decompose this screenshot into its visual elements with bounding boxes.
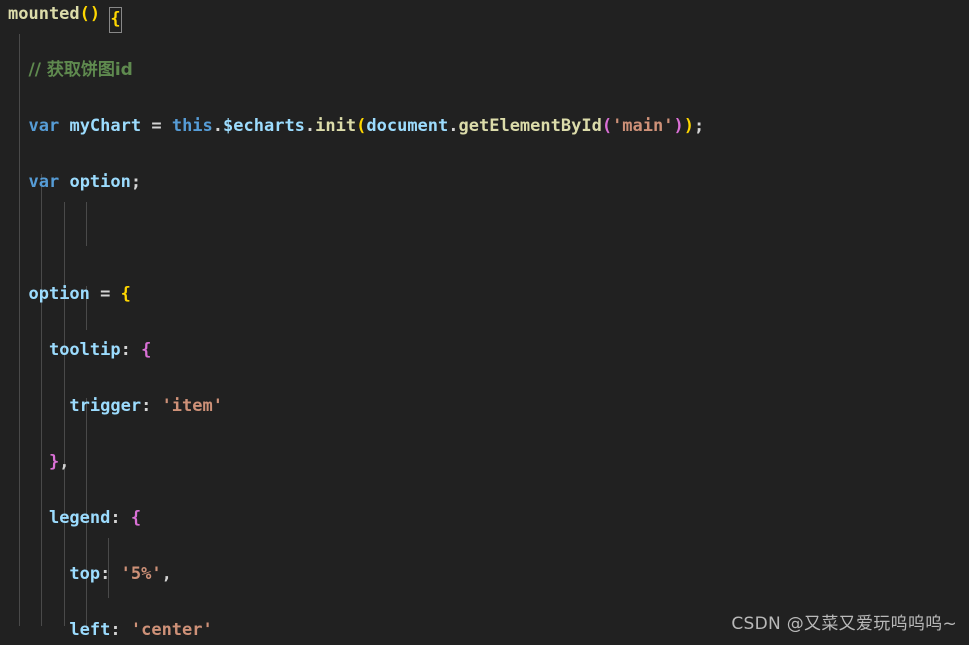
token-dot: . [212,116,224,136]
token-keyword-this: this [171,116,213,136]
code-surface[interactable]: mounted() { // 获取饼图id var myChart = this… [0,0,969,645]
token-comma-2: , [161,564,172,584]
token-string-item: 'item' [161,396,223,416]
token-identifier-document: document [366,116,449,136]
token-paren-open-3: ( [601,116,613,136]
token-string-center: 'center' [130,620,213,640]
token-paren-close-2: ) [683,116,694,136]
code-line-7[interactable]: tooltip: { [0,336,969,364]
token-identifier-option-2: option [28,284,90,304]
token-comma: , [59,452,70,472]
token-operator-assign: = [141,116,172,136]
code-line-9[interactable]: }, [0,448,969,476]
token-property-legend: legend [48,508,111,528]
token-paren-open: ( [79,4,90,24]
code-line-4[interactable]: var option; [0,168,969,196]
token-keyword-var-2: var [28,172,60,192]
token-semicolon: ; [693,116,705,136]
token-colon-3: : [110,508,131,528]
token-paren-close: ) [89,4,101,24]
token-paren-close-3: ) [673,116,684,136]
token-semicolon-2: ; [130,172,142,192]
token-property-top: top [69,564,101,584]
token-identifier-echarts: $echarts [223,116,305,136]
code-editor[interactable]: mounted() { // 获取饼图id var myChart = this… [0,0,969,645]
token-operator-assign-2: = [89,284,121,304]
token-brace-open-legend: { [130,508,142,528]
token-colon-2: : [141,396,162,416]
token-brace-open-tooltip: { [141,340,152,360]
code-line-5-blank[interactable] [0,224,969,252]
token-identifier-mychart: myChart [69,116,142,136]
token-comment: // 获取饼图id [28,60,133,80]
token-function-mounted: mounted [8,4,80,24]
token-dot-2: . [304,116,316,136]
token-dot-3: . [448,116,459,136]
token-string-5pct: '5%' [120,564,162,584]
token-colon: : [120,340,142,360]
code-line-3[interactable]: var myChart = this.$echarts.init(documen… [0,112,969,140]
token-brace-close-tooltip: } [48,452,60,472]
token-function-init: init [315,116,357,136]
token-keyword-var: var [28,116,60,136]
code-line-8[interactable]: trigger: 'item' [0,392,969,420]
code-line-10[interactable]: legend: { [0,504,969,532]
token-identifier-option: option [69,172,131,192]
token-string-main: 'main' [612,116,674,136]
token-paren-open-2: ( [356,116,367,136]
code-line-2[interactable]: // 获取饼图id [0,56,969,84]
token-property-left: left [69,620,111,640]
token-property-tooltip: tooltip [48,340,121,360]
token-colon-5: : [110,620,131,640]
token-brace-open-matched: { [109,7,122,33]
token-function-getelementbyid: getElementById [458,116,602,136]
code-line-1[interactable]: mounted() { [0,0,969,33]
token-colon-4: : [100,564,121,584]
token-property-trigger: trigger [69,396,142,416]
token-brace-open-option: { [120,284,131,304]
code-line-11[interactable]: top: '5%', [0,560,969,588]
code-line-6[interactable]: option = { [0,280,969,308]
csdn-watermark: CSDN @又菜又爱玩呜呜呜~ [731,614,957,634]
